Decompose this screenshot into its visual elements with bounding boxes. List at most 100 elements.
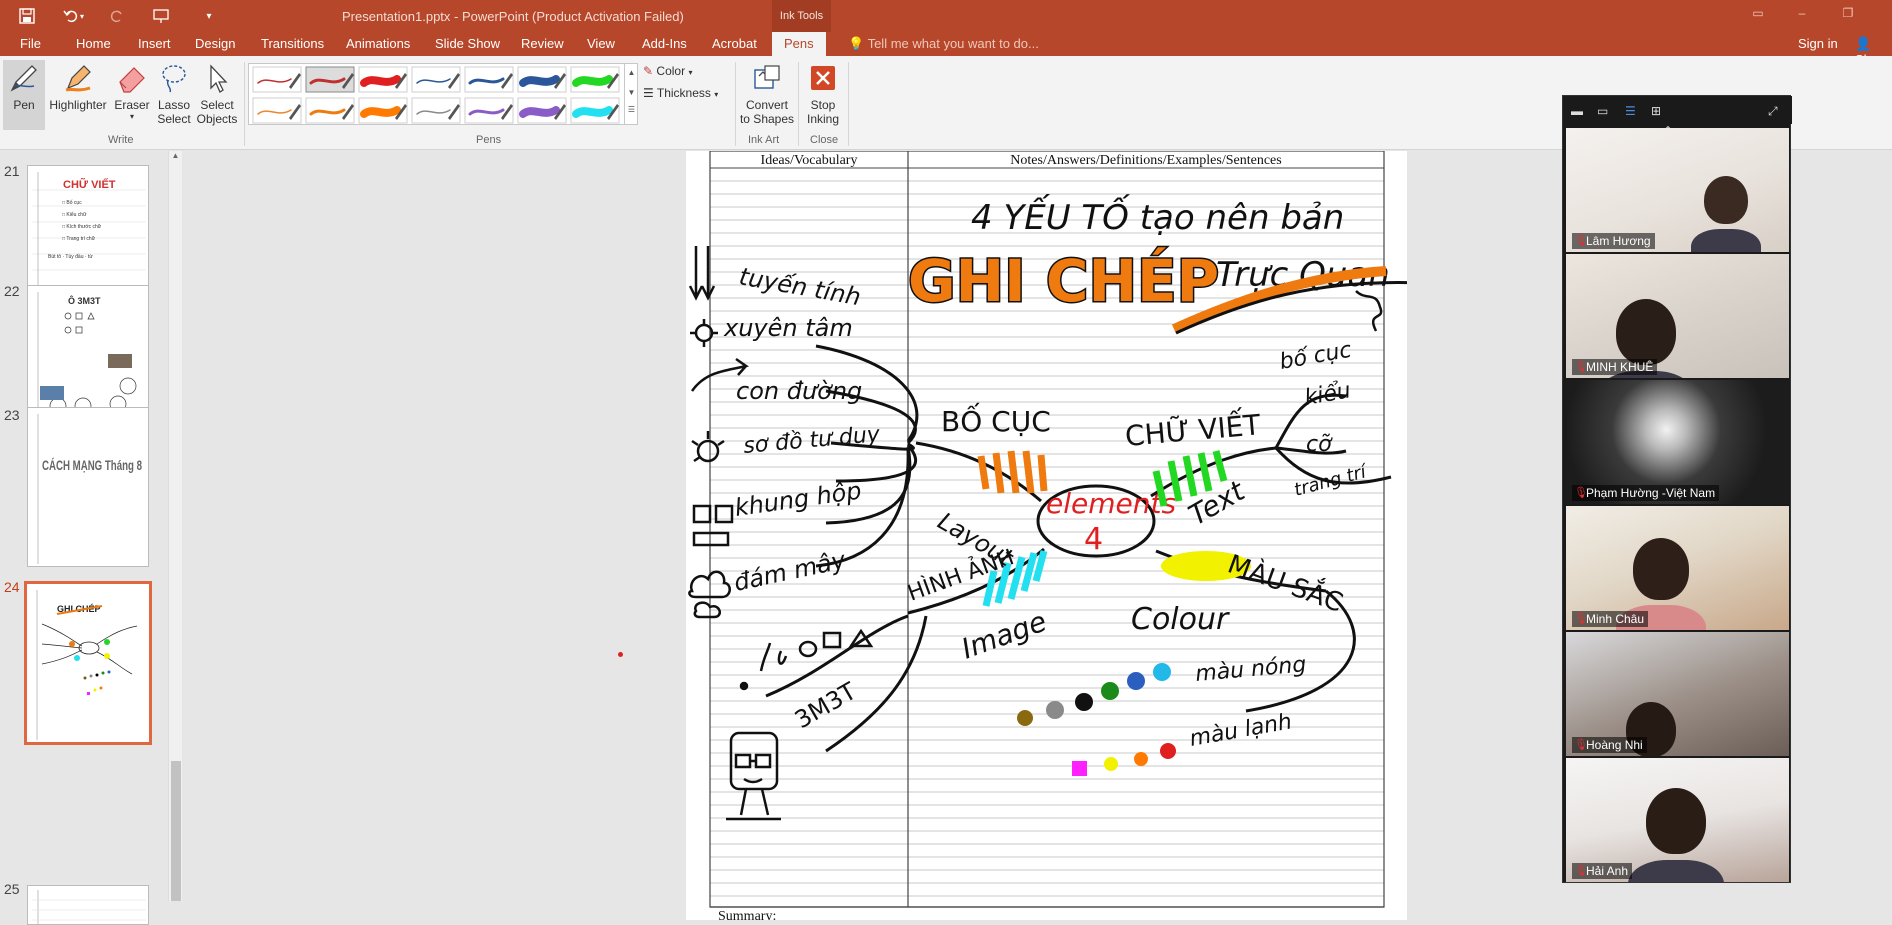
pen-swatch[interactable] xyxy=(464,66,514,93)
gallery-up-icon[interactable]: ▲ xyxy=(625,63,638,83)
convert-label-2: to Shapes xyxy=(739,112,795,126)
write-group-label: Write xyxy=(108,134,134,146)
ink-left-item-5: khung hộp xyxy=(733,476,863,521)
participant-name: MINH KHUÊ xyxy=(1586,360,1654,374)
tab-pens[interactable]: Pens xyxy=(772,32,826,56)
slide-number: 21 xyxy=(4,163,20,179)
participant-video-tile[interactable]: 🎙 Phạm Hường -Việt Nam xyxy=(1566,380,1789,504)
participant-video-tile[interactable]: 🎙 Minh Châu xyxy=(1566,506,1789,630)
thumbnail-scrollbar[interactable]: ▲ xyxy=(168,151,182,901)
tab-view[interactable]: View xyxy=(587,36,615,51)
cursor-icon xyxy=(210,64,228,93)
participant-name: Hải Anh xyxy=(1586,864,1629,878)
slide-number: 22 xyxy=(4,283,20,299)
restore-icon[interactable]: ❐ xyxy=(1836,6,1860,26)
participant-video-tile[interactable]: 🎙 Lâm Hương xyxy=(1566,128,1789,252)
tab-animations[interactable]: Animations xyxy=(346,36,410,51)
color-dropdown[interactable]: ✎ Color ▾ xyxy=(643,64,692,78)
pen-swatch[interactable] xyxy=(252,97,302,124)
ribbon-display-icon[interactable]: ▭ xyxy=(1746,6,1770,26)
thickness-dropdown[interactable]: ☰ Thickness ▾ xyxy=(643,86,718,100)
muted-mic-icon: 🎙 xyxy=(1574,487,1588,499)
tab-insert[interactable]: Insert xyxy=(138,36,171,51)
save-icon[interactable] xyxy=(12,4,42,28)
ink-center-number: 4 xyxy=(1084,522,1103,557)
ink-label-colour: Colour xyxy=(1131,602,1230,637)
svg-text:Bút tô · Tùy đầu · từ: Bút tô · Tùy đầu · từ xyxy=(48,254,93,260)
speaker-view-icon[interactable]: ☰ xyxy=(1625,104,1639,118)
svg-text:□ Bố cục: □ Bố cục xyxy=(62,200,82,206)
ink-label-mau-sac: MÀU SẮC xyxy=(1224,545,1349,619)
ink-person-doodle xyxy=(726,731,781,821)
minimize-panel-icon[interactable]: ▬ xyxy=(1571,104,1585,118)
highlighter-button[interactable]: Highlighter xyxy=(46,60,110,130)
pen-button[interactable]: Pen xyxy=(3,60,45,130)
select-objects-button[interactable]: Select Objects xyxy=(196,60,238,130)
tell-me-search[interactable]: 💡 Tell me what you want to do... xyxy=(848,36,1039,52)
thumbnail-view-icon[interactable]: ▭ xyxy=(1597,104,1611,118)
tab-acrobat[interactable]: Acrobat xyxy=(712,36,757,51)
ink-label-co: cỡ xyxy=(1306,432,1333,457)
minimize-icon[interactable]: – xyxy=(1790,6,1814,26)
thumbnail-content xyxy=(32,890,146,924)
slide-thumbnail-25[interactable] xyxy=(27,885,149,925)
ink-left-item-6: đám mây xyxy=(731,546,848,597)
pen-swatch[interactable] xyxy=(305,66,355,93)
ink-branches xyxy=(765,344,1392,753)
current-slide[interactable]: Ideas/Vocabulary Notes/Answers/Definitio… xyxy=(686,150,1423,924)
gallery-more-icon[interactable]: ☰ xyxy=(625,103,638,117)
tab-design[interactable]: Design xyxy=(195,36,235,51)
title-bar: ▾ ▾ Presentation1.pptx - PowerPoint (Pro… xyxy=(0,0,1892,32)
tab-add-ins[interactable]: Add-Ins xyxy=(642,36,687,51)
pen-swatch[interactable] xyxy=(411,66,461,93)
tab-transitions[interactable]: Transitions xyxy=(261,36,324,51)
tab-review[interactable]: Review xyxy=(521,36,564,51)
customize-toolbar-icon[interactable]: ▾ xyxy=(194,4,224,28)
stop-inking-button[interactable]: Stop Inking xyxy=(801,60,845,130)
pen-label: Pen xyxy=(13,98,35,112)
participant-body xyxy=(1628,860,1724,882)
person-icon: 👤 xyxy=(1855,36,1872,51)
gallery-scroll[interactable]: ▲ ▼ ☰ xyxy=(624,63,638,125)
participant-video-tile[interactable]: 🎙 Hoàng Nhi xyxy=(1566,632,1789,756)
slide-thumbnail-23[interactable]: CÁCH MẠNG Tháng 8 xyxy=(27,407,149,567)
participant-silhouette xyxy=(1704,176,1748,225)
slide-ink-canvas[interactable]: Ideas/Vocabulary Notes/Answers/Definitio… xyxy=(686,150,1423,924)
eraser-button[interactable]: Eraser ▾ xyxy=(112,60,152,130)
tab-home[interactable]: Home xyxy=(76,36,111,51)
pen-stroke-preview xyxy=(360,75,401,87)
pen-gallery-swatches[interactable] xyxy=(249,64,625,126)
tab-file[interactable]: File xyxy=(20,36,41,51)
ink-left-item-2: xuyên tâm xyxy=(723,314,853,342)
participant-video-tile[interactable]: 🎙 Hải Anh xyxy=(1566,758,1789,882)
summary-label: Summary: xyxy=(718,909,776,920)
slide-thumbnail-24[interactable]: GHI CHÉP xyxy=(24,581,152,745)
expand-icon[interactable]: ⤢ xyxy=(1768,104,1782,118)
pen-stroke-preview xyxy=(519,106,560,118)
highlighter-icon xyxy=(65,65,91,92)
muted-mic-icon: 🎙 xyxy=(1574,739,1588,751)
participant-name: Phạm Hường -Việt Nam xyxy=(1586,486,1716,500)
pen-swatch[interactable] xyxy=(464,97,514,124)
eraser-dropdown-icon: ▾ xyxy=(129,112,134,121)
tab-slide-show[interactable]: Slide Show xyxy=(435,36,500,51)
undo-dropdown-icon[interactable]: ▾ xyxy=(76,4,88,28)
participant-name-label: 🎙 Phạm Hường -Việt Nam xyxy=(1572,485,1720,501)
scroll-up-icon[interactable]: ▲ xyxy=(169,151,182,160)
pen-swatch[interactable] xyxy=(305,97,355,124)
presentation-icon[interactable] xyxy=(146,4,176,28)
scrollbar-thumb[interactable] xyxy=(171,761,181,901)
sign-in-link[interactable]: Sign in xyxy=(1798,36,1838,51)
gallery-down-icon[interactable]: ▼ xyxy=(625,83,638,103)
participant-video-tile[interactable]: 🎙 MINH KHUÊ xyxy=(1566,254,1789,378)
redo-icon[interactable] xyxy=(102,4,132,28)
chevron-down-icon: ▾ xyxy=(714,90,719,99)
pen-swatch[interactable] xyxy=(252,66,302,93)
pen-swatch[interactable] xyxy=(411,97,461,124)
gallery-view-icon[interactable]: ⊞ xyxy=(1651,104,1665,118)
convert-to-shapes-button[interactable]: Convert to Shapes xyxy=(738,60,796,130)
slide-thumbnail-pane: 21 CHỮ VIẾT □ Bố cục □ Kiểu chữ □ Kích thư… xyxy=(0,151,186,925)
stop-label-1: Stop xyxy=(810,98,836,112)
pen-stroke-preview xyxy=(572,75,613,87)
lasso-select-button[interactable]: Lasso Select xyxy=(154,60,194,130)
